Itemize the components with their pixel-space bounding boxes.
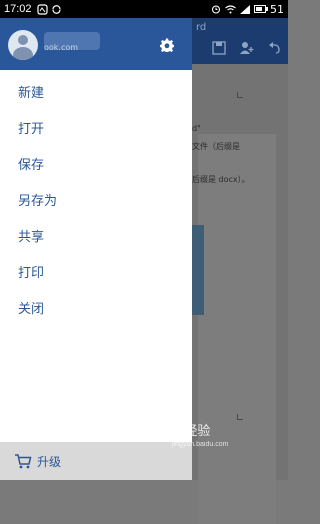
account-header: ook.com: [0, 18, 192, 70]
document-line: 文件（后缀是: [192, 142, 240, 151]
menu-item-save-as[interactable]: 另存为: [0, 184, 192, 220]
account-email: ook.com: [44, 43, 79, 52]
navigation-drawer: ook.com 新建 打开 保存 另存为 共享 打印 关闭 升级: [0, 18, 192, 480]
menu-item-print[interactable]: 打印: [0, 256, 192, 292]
upgrade-label: 升级: [37, 454, 62, 469]
alarm-icon: [211, 5, 221, 14]
battery-level: 51: [270, 2, 284, 16]
notification-icon: [36, 3, 48, 15]
menu-item-new[interactable]: 新建: [0, 76, 192, 112]
page-corner-mark: [237, 92, 243, 98]
signal-icon: [240, 4, 250, 14]
save-icon: [212, 40, 226, 55]
battery-icon: [254, 5, 268, 13]
gear-icon: [160, 38, 174, 52]
status-bar: 17:02 51: [0, 0, 288, 18]
status-time: 17:02: [4, 3, 32, 15]
add-person-icon: [240, 40, 254, 54]
menu-item-save[interactable]: 保存: [0, 148, 192, 184]
baidu-watermark: Bai 经验 jingyan.baidu.com: [162, 420, 228, 448]
settings-button[interactable]: [160, 38, 174, 52]
watermark-brand: Bai 经验: [162, 423, 211, 438]
cart-icon: [15, 454, 32, 469]
menu-item-share[interactable]: 共享: [0, 220, 192, 256]
watermark-url: jingyan.baidu.com: [172, 441, 229, 448]
page-corner-mark: [237, 414, 243, 420]
wifi-icon: [225, 4, 236, 13]
document-image: [192, 225, 204, 315]
drawer-menu: 新建 打开 保存 另存为 共享 打印 关闭: [0, 76, 192, 328]
document-line: 后缀是 docx）。: [192, 175, 250, 184]
document-line: d": [192, 124, 201, 133]
sync-icon: [51, 4, 61, 14]
document-title-fragment: rd: [196, 22, 207, 33]
avatar[interactable]: [8, 30, 38, 60]
undo-icon: [268, 40, 282, 54]
document-page: [198, 134, 276, 524]
menu-item-close[interactable]: 关闭: [0, 292, 192, 328]
menu-item-open[interactable]: 打开: [0, 112, 192, 148]
